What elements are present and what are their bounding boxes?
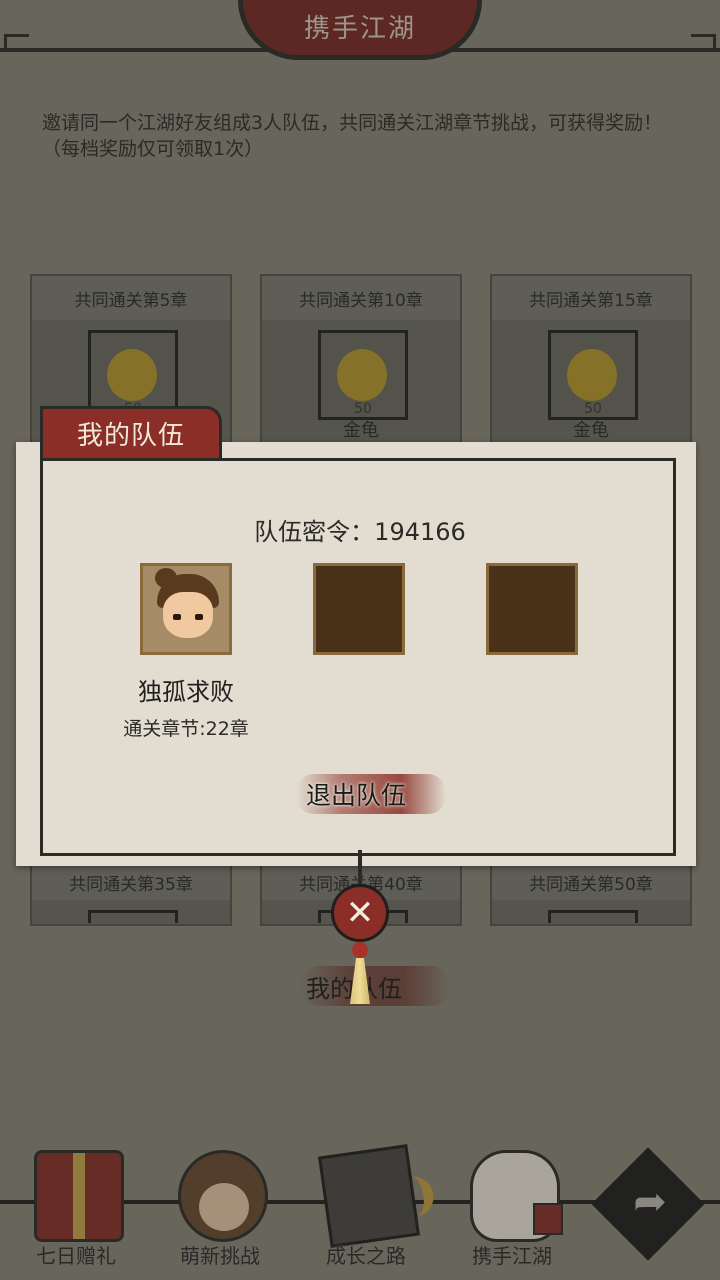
team-member-slot-3[interactable] (486, 563, 578, 655)
character-face (163, 592, 213, 638)
team-member-slot-1[interactable] (140, 563, 232, 655)
close-icon: ✕ (345, 893, 375, 933)
close-cord (358, 850, 362, 886)
leave-team-label: 退出队伍 (306, 781, 407, 810)
close-bead (352, 942, 368, 958)
team-modal-tab: 我的队伍 (40, 406, 222, 458)
eye (173, 614, 181, 620)
team-member-slot-2[interactable] (313, 563, 405, 655)
team-code: 队伍密令：194166 (254, 518, 466, 546)
leave-team-button[interactable]: 退出队伍 (296, 774, 446, 814)
close-button[interactable]: ✕ (331, 884, 389, 942)
member-chapter: 通关章节:22章 (123, 718, 249, 740)
team-modal-title: 我的队伍 (76, 421, 185, 451)
eye (195, 614, 203, 620)
member-name: 独孤求败 (138, 678, 234, 706)
